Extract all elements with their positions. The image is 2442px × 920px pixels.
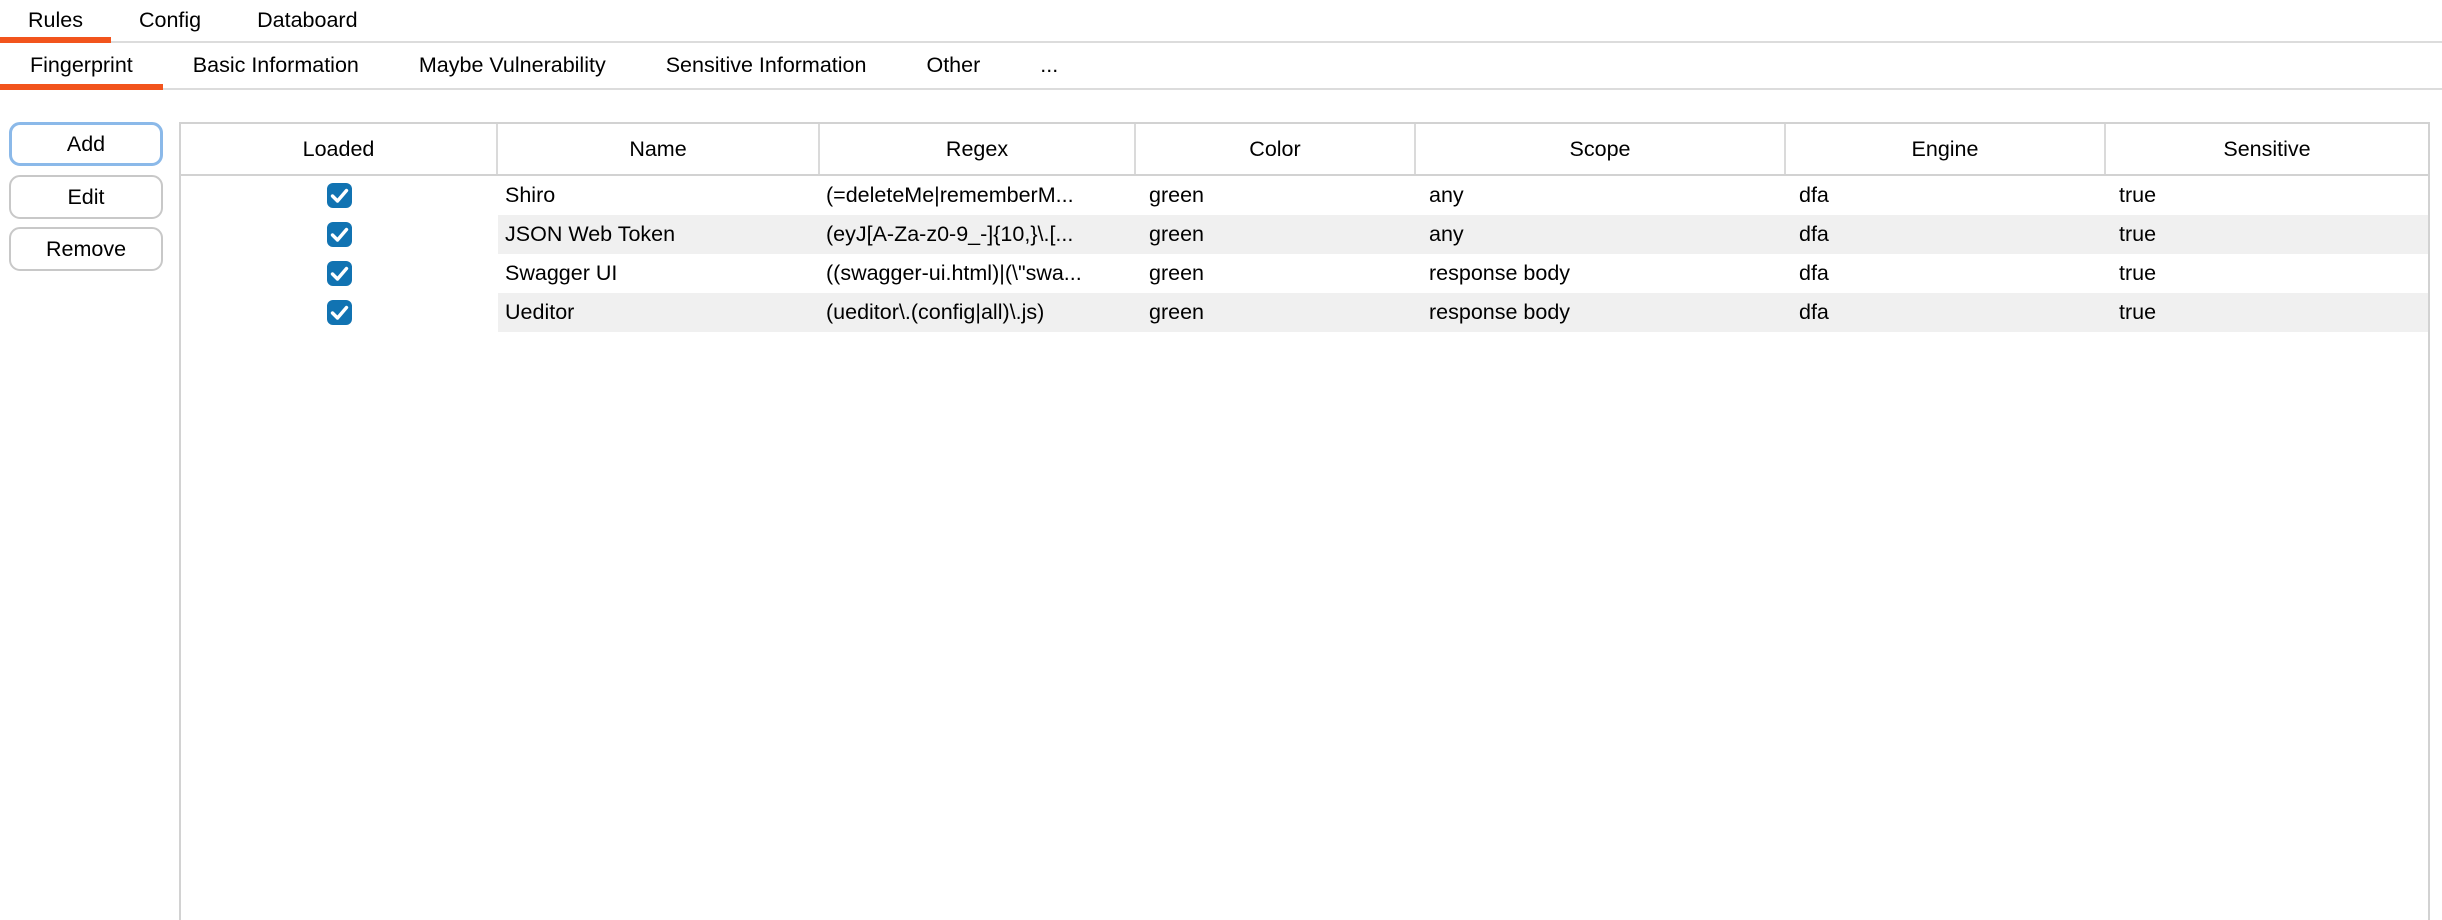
tab-config-label: Config xyxy=(139,8,201,33)
subtab-fingerprint-label: Fingerprint xyxy=(30,53,133,78)
column-header-color[interactable]: Color xyxy=(1136,124,1416,174)
regex-cell: (eyJ[A-Za-z0-9_-]{10,}\.[... xyxy=(820,215,1136,254)
table-header-row: Loaded Name Regex Color Scope Engine Sen… xyxy=(181,124,2428,176)
remove-button[interactable]: Remove xyxy=(9,227,163,271)
subtab-basic-information[interactable]: Basic Information xyxy=(163,43,389,88)
sensitive-cell: true xyxy=(2106,254,2428,293)
engine-cell: dfa xyxy=(1786,254,2106,293)
main-tab-bar: Rules Config Databoard xyxy=(0,0,2442,43)
color-cell: green xyxy=(1136,215,1416,254)
subtab-sensitive-information-label: Sensitive Information xyxy=(666,53,867,78)
regex-cell: (=deleteMe|rememberM... xyxy=(820,176,1136,215)
regex-cell: ((swagger-ui.html)|(\"swa... xyxy=(820,254,1136,293)
add-button[interactable]: Add xyxy=(9,122,163,166)
scope-cell: response body xyxy=(1416,254,1786,293)
table-row[interactable]: Ueditor (ueditor\.(config|all)\.js) gree… xyxy=(181,293,2428,332)
color-cell: green xyxy=(1136,293,1416,332)
subtab-maybe-vulnerability[interactable]: Maybe Vulnerability xyxy=(389,43,636,88)
subtab-more-label: ... xyxy=(1040,53,1058,78)
subtab-other-label: Other xyxy=(926,53,980,78)
subtab-fingerprint[interactable]: Fingerprint xyxy=(0,43,163,88)
rules-table: Loaded Name Regex Color Scope Engine Sen… xyxy=(179,122,2430,920)
tab-rules[interactable]: Rules xyxy=(0,0,111,41)
engine-cell: dfa xyxy=(1786,215,2106,254)
name-cell: Shiro xyxy=(498,176,820,215)
loaded-cell xyxy=(181,293,498,332)
loaded-cell xyxy=(181,215,498,254)
name-cell: Swagger UI xyxy=(498,254,820,293)
regex-cell: (ueditor\.(config|all)\.js) xyxy=(820,293,1136,332)
column-header-regex[interactable]: Regex xyxy=(820,124,1136,174)
name-cell: JSON Web Token xyxy=(498,215,820,254)
loaded-checkbox[interactable] xyxy=(327,300,352,325)
table-row[interactable]: Shiro (=deleteMe|rememberM... green any … xyxy=(181,176,2428,215)
scope-cell: any xyxy=(1416,176,1786,215)
tab-rules-label: Rules xyxy=(28,8,83,33)
checkmark-icon xyxy=(327,183,352,208)
column-header-engine[interactable]: Engine xyxy=(1786,124,2106,174)
engine-cell: dfa xyxy=(1786,293,2106,332)
checkmark-icon xyxy=(327,261,352,286)
column-header-scope[interactable]: Scope xyxy=(1416,124,1786,174)
checkmark-icon xyxy=(327,300,352,325)
subtab-maybe-vulnerability-label: Maybe Vulnerability xyxy=(419,53,606,78)
sub-tab-bar: Fingerprint Basic Information Maybe Vuln… xyxy=(0,43,2442,90)
tab-databoard-label: Databoard xyxy=(257,8,357,33)
color-cell: green xyxy=(1136,254,1416,293)
loaded-cell xyxy=(181,176,498,215)
scope-cell: any xyxy=(1416,215,1786,254)
color-cell: green xyxy=(1136,176,1416,215)
subtab-more[interactable]: ... xyxy=(1010,43,1088,88)
subtab-sensitive-information[interactable]: Sensitive Information xyxy=(636,43,897,88)
sensitive-cell: true xyxy=(2106,293,2428,332)
tab-databoard[interactable]: Databoard xyxy=(229,0,385,41)
column-header-name[interactable]: Name xyxy=(498,124,820,174)
subtab-basic-information-label: Basic Information xyxy=(193,53,359,78)
loaded-checkbox[interactable] xyxy=(327,183,352,208)
table-row[interactable]: Swagger UI ((swagger-ui.html)|(\"swa... … xyxy=(181,254,2428,293)
subtab-other[interactable]: Other xyxy=(896,43,1010,88)
edit-button[interactable]: Edit xyxy=(9,175,163,219)
column-header-sensitive[interactable]: Sensitive xyxy=(2106,124,2428,174)
scope-cell: response body xyxy=(1416,293,1786,332)
checkmark-icon xyxy=(327,222,352,247)
loaded-cell xyxy=(181,254,498,293)
loaded-checkbox[interactable] xyxy=(327,222,352,247)
tab-config[interactable]: Config xyxy=(111,0,229,41)
loaded-checkbox[interactable] xyxy=(327,261,352,286)
name-cell: Ueditor xyxy=(498,293,820,332)
sensitive-cell: true xyxy=(2106,215,2428,254)
sensitive-cell: true xyxy=(2106,176,2428,215)
column-header-loaded[interactable]: Loaded xyxy=(181,124,498,174)
engine-cell: dfa xyxy=(1786,176,2106,215)
table-row[interactable]: JSON Web Token (eyJ[A-Za-z0-9_-]{10,}\.[… xyxy=(181,215,2428,254)
